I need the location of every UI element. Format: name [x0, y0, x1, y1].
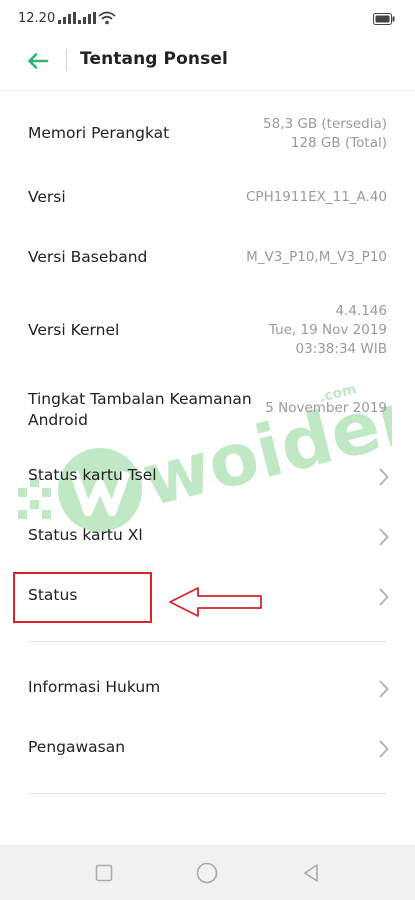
chevron-right-icon: [379, 468, 389, 486]
battery-icon: [373, 13, 395, 25]
chevron-right-icon: [379, 528, 389, 546]
row-label: Versi Baseband: [28, 248, 148, 266]
arrow-left-icon: [28, 53, 49, 69]
highlight-box: [13, 572, 152, 623]
row-informasi-hukum[interactable]: Informasi Hukum: [0, 668, 415, 708]
row-versi-kernel[interactable]: Versi Kernel 4.4.146 Tue, 19 Nov 2019 03…: [0, 298, 415, 364]
section-divider: [28, 641, 387, 642]
app-header: Tentang Ponsel: [0, 40, 415, 82]
row-label: Versi Kernel: [28, 321, 120, 339]
back-nav-button[interactable]: [300, 862, 322, 884]
row-pengawasan[interactable]: Pengawasan: [0, 728, 415, 768]
back-button[interactable]: [22, 47, 54, 75]
recents-square-icon: [95, 864, 113, 882]
wifi-icon: [98, 11, 116, 25]
row-label: Memori Perangkat: [28, 124, 170, 142]
row-tingkat-tambalan[interactable]: Tingkat Tambalan Keamanan Android 5 Nove…: [0, 382, 415, 434]
row-label: Pengawasan: [28, 738, 126, 756]
row-label: Informasi Hukum: [28, 678, 161, 696]
row-value: CPH1911EX_11_A.40: [246, 189, 387, 205]
chevron-right-icon: [379, 740, 389, 758]
row-value: M_V3_P10,M_V3_P10: [246, 249, 387, 265]
home-button[interactable]: [196, 862, 218, 884]
chevron-right-icon: [379, 588, 389, 606]
row-versi[interactable]: Versi CPH1911EX_11_A.40: [0, 178, 415, 218]
header-separator: [0, 90, 415, 91]
navigation-bar: [0, 845, 415, 900]
row-status-kartu-tsel[interactable]: Status kartu Tsel: [0, 456, 415, 496]
header-divider: [66, 49, 67, 71]
signal-icon: [58, 12, 76, 24]
home-circle-icon: [196, 862, 218, 884]
row-value: 5 November 2019: [265, 400, 387, 416]
status-bar: 12.20: [0, 0, 415, 40]
signal-icon: [78, 12, 96, 24]
recents-button[interactable]: [93, 862, 115, 884]
row-value: 4.4.146 Tue, 19 Nov 2019 03:38:34 WIB: [268, 303, 387, 357]
row-label: Tingkat Tambalan Keamanan Android: [28, 390, 252, 429]
row-versi-baseband[interactable]: Versi Baseband M_V3_P10,M_V3_P10: [0, 238, 415, 278]
section-divider: [28, 793, 387, 794]
arrow-left-annotation-icon: [169, 587, 262, 617]
row-label: Status kartu Xl: [28, 526, 143, 544]
status-time: 12.20: [18, 11, 56, 26]
row-label: Status kartu Tsel: [28, 466, 157, 484]
chevron-right-icon: [379, 680, 389, 698]
row-status-kartu-xl[interactable]: Status kartu Xl: [0, 516, 415, 556]
row-value: 58,3 GB (tersedia) 128 GB (Total): [263, 116, 387, 151]
back-triangle-icon: [304, 864, 318, 882]
row-label: Versi: [28, 188, 66, 206]
row-memori-perangkat[interactable]: Memori Perangkat 58,3 GB (tersedia) 128 …: [0, 108, 415, 160]
page-title: Tentang Ponsel: [80, 49, 228, 69]
